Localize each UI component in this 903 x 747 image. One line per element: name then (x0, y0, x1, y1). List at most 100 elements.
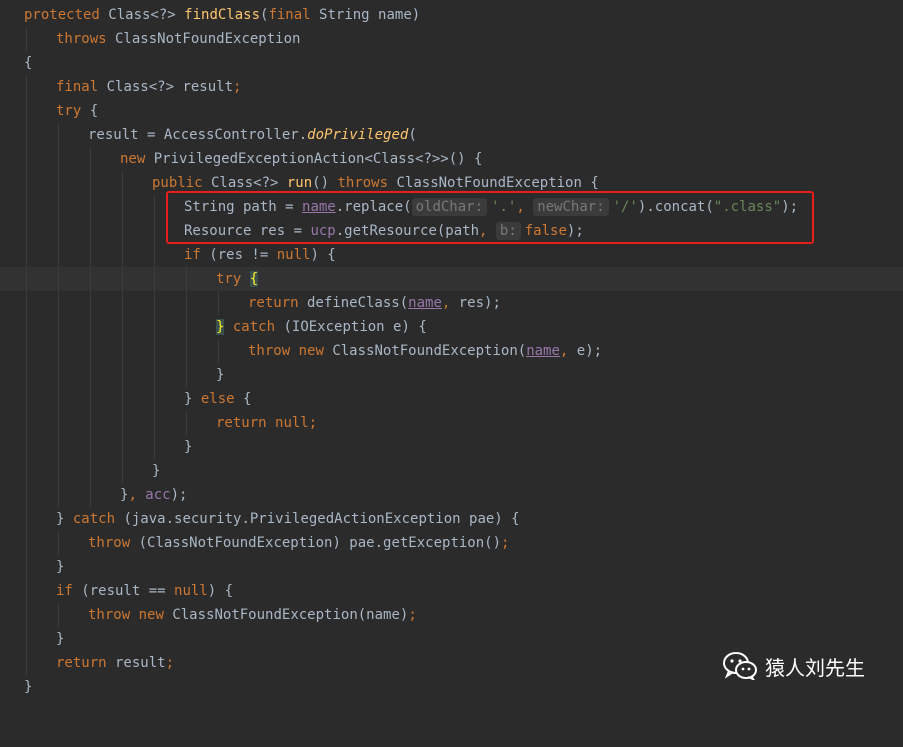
token: doPrivileged (307, 127, 409, 143)
token: if (184, 247, 201, 263)
token: , (441, 295, 459, 311)
token: result = AccessController. (88, 127, 308, 143)
token: protected (24, 7, 100, 23)
code-line-7[interactable]: new PrivilegedExceptionAction<Class<?>>(… (0, 147, 903, 171)
code-line-20[interactable]: } (0, 459, 903, 483)
token: throw (88, 535, 131, 551)
token: ClassNotFoundException(name) (163, 607, 409, 623)
token: new (138, 607, 164, 623)
token: name (526, 343, 560, 359)
token: } (24, 679, 33, 695)
token: null (276, 247, 311, 263)
code-line-25[interactable]: if (result == null) { (0, 579, 903, 603)
code-line-6[interactable]: result = AccessController.doPrivileged( (0, 123, 903, 147)
code-line-12-current[interactable]: try { (0, 267, 903, 291)
token: } (56, 631, 65, 647)
code-line-24[interactable]: } (0, 555, 903, 579)
code-line-2[interactable]: throws ClassNotFoundException (0, 27, 903, 51)
token: try (56, 103, 82, 119)
annotation-highlight-box (166, 191, 814, 244)
token: ) { (310, 247, 336, 263)
code-line-17[interactable]: } else { (0, 387, 903, 411)
token: try (216, 271, 242, 287)
token: { (24, 55, 33, 71)
token: ( (408, 127, 417, 143)
token: String name) (310, 7, 421, 23)
code-line-11[interactable]: if (res != null) { (0, 243, 903, 267)
token: throw (88, 607, 131, 623)
token: null (275, 415, 309, 431)
token: throw (248, 343, 291, 359)
token: defineClass( (298, 295, 409, 311)
code-editor[interactable]: protected Class<?> findClass ( final Strin… (0, 0, 903, 706)
code-line-19[interactable]: } (0, 435, 903, 459)
token: new (298, 343, 324, 359)
token: (res != (200, 247, 277, 263)
token: else (200, 391, 235, 407)
token: } (56, 559, 65, 575)
code-line-14[interactable]: } catch (IOException e) { (0, 315, 903, 339)
token: (result == (72, 583, 175, 599)
token: return (56, 655, 107, 671)
code-line-27[interactable]: } (0, 627, 903, 651)
token: ClassNotFoundException { (388, 175, 599, 191)
token: e); (576, 343, 603, 359)
token: run (286, 175, 313, 191)
token: if (56, 583, 73, 599)
code-line-21[interactable]: }, acc); (0, 483, 903, 507)
token: name (408, 295, 442, 311)
code-line-3[interactable]: { (0, 51, 903, 75)
token: ); (170, 487, 188, 503)
token: final (268, 7, 311, 23)
token: new (120, 151, 146, 167)
token: , (128, 487, 146, 503)
code-line-23[interactable]: throw (ClassNotFoundException) pae.getEx… (0, 531, 903, 555)
wechat-icon (723, 652, 757, 680)
matched-brace: { (249, 271, 259, 287)
code-line-18[interactable]: return null; (0, 411, 903, 435)
code-line-16[interactable]: } (0, 363, 903, 387)
token: catch (232, 319, 276, 335)
code-line-22[interactable]: } catch (java.security.PrivilegedActionE… (0, 507, 903, 531)
token: (IOException e) { (275, 319, 427, 335)
token: } (184, 391, 201, 407)
token: ; (233, 79, 242, 95)
token: findClass (184, 7, 261, 23)
token: ClassNotFoundException (106, 31, 301, 47)
token: res); (458, 295, 501, 311)
token: ) { (207, 583, 234, 599)
token: null (174, 583, 208, 599)
code-line-1[interactable]: protected Class<?> findClass(final Strin… (0, 3, 903, 27)
token: public (152, 175, 203, 191)
token: ; (308, 415, 318, 431)
watermark-text: 猿人刘先生 (765, 655, 865, 680)
token: } (56, 511, 73, 527)
token: PrivilegedExceptionAction<Class<?>>() { (145, 151, 483, 167)
code-line-5[interactable]: try { (0, 99, 903, 123)
code-line-4[interactable]: final Class<?> result; (0, 75, 903, 99)
token: throws (56, 31, 107, 47)
code-line-26[interactable]: throw new ClassNotFoundException(name); (0, 603, 903, 627)
code-line-13[interactable]: return defineClass(name, res); (0, 291, 903, 315)
token: { (234, 391, 252, 407)
token: catch (72, 511, 116, 527)
watermark: 猿人刘先生 (723, 650, 865, 682)
token: } (152, 463, 161, 479)
token: final (56, 79, 99, 95)
token: (java.security.PrivilegedActionException… (115, 511, 520, 527)
token: { (81, 103, 99, 119)
token: Class<?> result (98, 79, 234, 95)
token: return (216, 415, 267, 431)
token: (ClassNotFoundException) pae.getExceptio… (130, 535, 502, 551)
token: } (184, 439, 193, 455)
code-line-15[interactable]: throw new ClassNotFoundException(name, e… (0, 339, 903, 363)
token: } (216, 367, 225, 383)
token: Class<?> (202, 175, 287, 191)
token: ClassNotFoundException( (323, 343, 527, 359)
token: ; (501, 535, 510, 551)
token: () (312, 175, 338, 191)
